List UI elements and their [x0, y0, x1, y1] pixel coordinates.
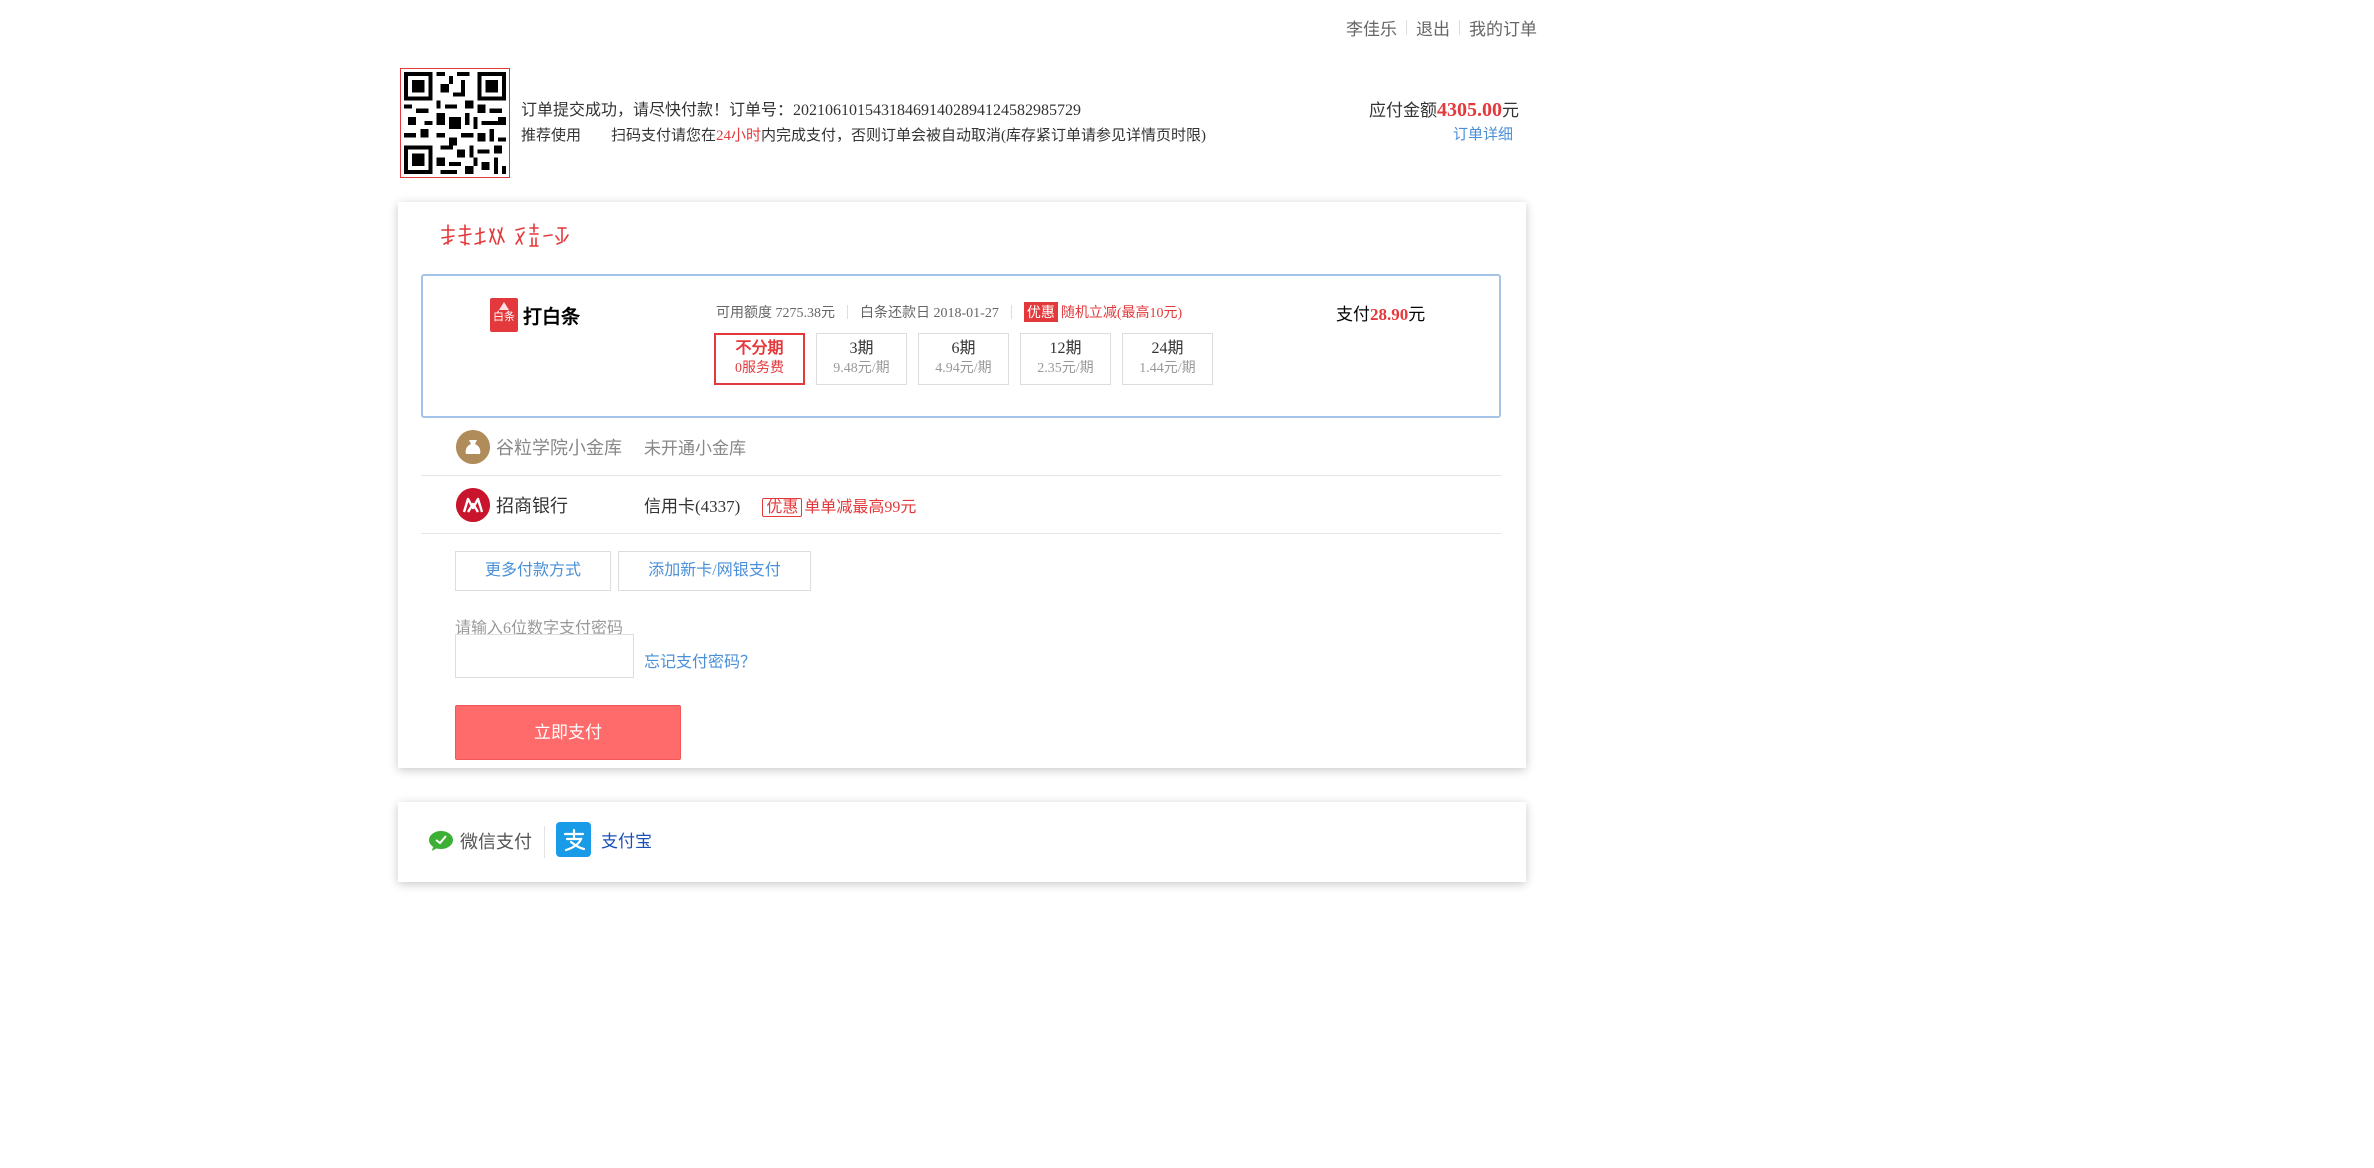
installment-plans: 不分期 0服务费 3期 9.48元/期 6期 4.94元/期 12期 2.35元…	[714, 333, 1224, 385]
more-payment-methods-button[interactable]: 更多付款方式	[455, 551, 611, 591]
bank-promo-badge: 优惠	[762, 498, 803, 517]
order-success-text: 订单提交成功，请尽快付款！订单号：20210610154318469140289…	[521, 102, 1082, 119]
plan-sub: 0服务费	[735, 361, 784, 376]
notice-hours: 24小时	[716, 128, 762, 144]
pay-now-button[interactable]: 立即支付	[455, 705, 681, 760]
amount-unit: 元	[1502, 101, 1519, 120]
recommend-label: 推荐使用	[521, 128, 582, 144]
plan-sub: 2.35元/期	[1037, 361, 1094, 376]
divider	[1010, 305, 1012, 319]
qr-code-icon	[404, 72, 506, 174]
wechat-pay-label: 微信支付	[460, 832, 532, 852]
baitiao-info: 可用额度 7275.38元 白条还款日 2018-01-27 优惠 随机立减(最…	[716, 302, 1182, 322]
plan-sub: 4.94元/期	[935, 361, 992, 376]
pay-label: 支付	[1336, 305, 1370, 324]
divider	[847, 305, 848, 319]
promo-badge: 优惠	[1023, 302, 1058, 322]
plan-option-24[interactable]: 24期 1.44元/期	[1122, 333, 1213, 385]
plan-option-12[interactable]: 12期 2.35元/期	[1020, 333, 1111, 385]
repay-date: 白条还款日 2018-01-27	[860, 306, 999, 321]
money-bag-icon	[456, 429, 490, 464]
wechat-icon	[429, 831, 453, 851]
logout-link[interactable]: 退出	[1407, 15, 1459, 40]
plan-option-0[interactable]: 不分期 0服务费	[714, 333, 805, 385]
my-orders-link[interactable]: 我的订单	[1460, 15, 1546, 40]
pay-unit: 元	[1408, 305, 1426, 324]
plan-sub: 1.44元/期	[1139, 361, 1196, 376]
plan-title: 12期	[1049, 340, 1082, 357]
forgot-password-link[interactable]: 忘记支付密码？	[644, 648, 756, 672]
baitiao-pay-amount: 支付28.90元	[1336, 300, 1425, 325]
bank-card-info: 信用卡(4337) 优惠 单单减最高99元	[644, 492, 916, 517]
jinku-option[interactable]: 谷粒学院小金库 未开通小金库	[421, 418, 1501, 476]
order-detail-link[interactable]: 订单详细	[1453, 123, 1513, 144]
payable-amount: 应付金额4305.00元	[1369, 96, 1519, 122]
plan-option-6[interactable]: 6期 4.94元/期	[918, 333, 1009, 385]
cmb-bank-icon	[456, 487, 490, 522]
order-notice: 推荐使用 扫码支付请您在24小时内完成支付，否则订单会被自动取消(库存紧订单请参见…	[521, 124, 1206, 145]
alipay-label: 支付宝	[601, 832, 652, 851]
divider	[544, 826, 545, 858]
baitiao-logo-icon: 白条	[490, 298, 518, 332]
bank-card-option[interactable]: 招商银行 信用卡(4337) 优惠 单单减最高99元	[421, 476, 1501, 534]
payment-password-input[interactable]	[455, 634, 634, 678]
pay-amount: 28.90	[1370, 305, 1409, 324]
plan-title: 3期	[849, 340, 874, 357]
card-number: 信用卡(4337)	[644, 497, 741, 516]
user-name-link[interactable]: 李佳乐	[1337, 15, 1406, 40]
jinku-name: 谷粒学院小金库	[496, 437, 622, 458]
payment-panel: 白条 打白条 可用额度 7275.38元 白条还款日 2018-01-27 优惠…	[398, 202, 1526, 768]
amount-label: 应付金额	[1369, 101, 1437, 120]
top-links: 李佳乐 退出 我的订单	[1337, 14, 1546, 40]
alipay-option[interactable]: 支付宝	[556, 822, 652, 857]
plan-title: 6期	[951, 340, 976, 357]
baitiao-name: 打白条	[523, 307, 581, 328]
plan-sub: 9.48元/期	[833, 361, 890, 376]
baitiao-option[interactable]: 白条 打白条 可用额度 7275.38元 白条还款日 2018-01-27 优惠…	[421, 274, 1501, 418]
plan-title: 不分期	[735, 340, 784, 357]
bank-name: 招商银行	[496, 495, 568, 516]
credit-available: 可用额度 7275.38元	[716, 306, 835, 321]
plan-option-3[interactable]: 3期 9.48元/期	[816, 333, 907, 385]
plan-title: 24期	[1151, 340, 1184, 357]
jinku-status: 未开通小金库	[644, 439, 746, 458]
qr-code	[400, 68, 510, 178]
slogan-logo-icon	[441, 223, 569, 247]
notice-suffix: 内完成支付，否则订单会被自动取消(库存紧订单请参见详情页时限)	[761, 128, 1207, 144]
add-card-button[interactable]: 添加新卡/网银支付	[618, 551, 811, 591]
notice-prefix: 扫码支付请您在	[611, 128, 717, 144]
amount-value: 4305.00	[1437, 99, 1502, 121]
other-payments-panel: 微信支付 支付宝	[398, 802, 1526, 882]
bank-promo-text: 单单减最高99元	[804, 499, 917, 516]
alipay-icon	[556, 822, 591, 857]
promo-text: 随机立减(最高10元)	[1060, 306, 1183, 321]
wechat-pay-option[interactable]: 微信支付	[428, 828, 532, 854]
